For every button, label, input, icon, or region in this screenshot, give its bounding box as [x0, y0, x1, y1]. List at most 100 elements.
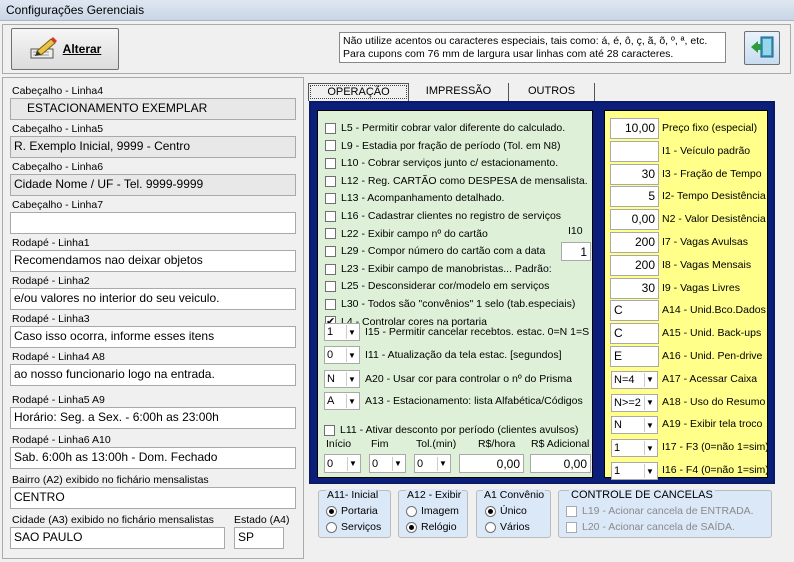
option-l16[interactable]: L16 - Cadastrar clientes no registro de … — [325, 208, 561, 224]
tol-select[interactable]: 0 ▼ — [414, 454, 451, 473]
field-input[interactable]: Recomendamos nao deixar objetos — [10, 250, 296, 272]
field-input[interactable] — [10, 212, 296, 234]
option-checkbox[interactable] — [325, 263, 336, 275]
option-checkbox[interactable] — [325, 245, 336, 257]
fim-select[interactable]: 0 ▼ — [369, 454, 406, 473]
setting-input[interactable] — [610, 140, 659, 162]
option-checkbox[interactable] — [325, 175, 336, 187]
field-input[interactable]: Cidade Nome / UF - Tel. 9999-9999 — [10, 174, 296, 196]
field-input[interactable]: e/ou valores no interior do seu veiculo. — [10, 288, 296, 310]
field-input[interactable]: Sab. 6:00h as 13:00h - Dom. Fechado — [10, 447, 296, 469]
notice-box: Não utilize acentos ou caracteres especi… — [339, 32, 726, 63]
setting-input[interactable]: 30 — [610, 163, 659, 185]
setting-input[interactable]: 200 — [610, 232, 659, 253]
i10-label: I10 — [568, 225, 583, 237]
option-select[interactable]: A ▼ — [324, 392, 360, 410]
l19-checkbox[interactable] — [566, 505, 577, 517]
exit-door-icon — [749, 35, 775, 62]
setting-select[interactable]: N=4 ▼ — [611, 370, 658, 389]
tab-outros[interactable]: OUTROS — [509, 83, 595, 101]
setting-select[interactable]: N ▼ — [611, 416, 658, 435]
option-select-label: I11 - Atualização da tela estac. [segund… — [365, 349, 562, 361]
option-select[interactable]: 0 ▼ — [324, 346, 360, 364]
option-text: Compor número do cartão com a data — [367, 245, 546, 258]
setting-input[interactable]: 0,00 — [610, 209, 659, 231]
setting-input[interactable]: 10,00 — [610, 118, 659, 139]
setting-select[interactable]: 1 ▼ — [611, 439, 658, 458]
a12-imagem[interactable]: Imagem — [406, 503, 459, 519]
setting-input[interactable]: E — [610, 346, 659, 367]
option-l9[interactable]: L9 - Estadia por fração de período (Tol.… — [325, 138, 560, 154]
option-text: Cadastrar clientes no registro de serviç… — [367, 210, 562, 222]
radio-imagem[interactable] — [406, 505, 417, 517]
chevron-down-icon: ▼ — [644, 464, 655, 478]
rhora-input[interactable]: 0,00 — [459, 454, 524, 473]
field-label: Cabeçalho - Linha4 — [12, 85, 104, 97]
l20-checkbox[interactable] — [566, 521, 577, 533]
option-checkbox[interactable] — [325, 122, 336, 134]
exit-button[interactable] — [744, 31, 780, 65]
chevron-down-icon: ▼ — [392, 456, 403, 471]
radio-unico[interactable] — [485, 505, 496, 517]
setting-input[interactable]: 30 — [610, 277, 659, 299]
cidade-input[interactable]: SAO PAULO — [10, 527, 225, 549]
field-input[interactable]: R. Exemplo Inicial, 9999 - Centro — [10, 136, 296, 158]
option-checkbox[interactable] — [325, 193, 336, 205]
a12-relogio[interactable]: Relógio — [406, 519, 457, 535]
setting-label: I16 - F4 (0=não 1=sim) — [662, 464, 769, 476]
option-checkbox[interactable] — [325, 228, 336, 240]
tab-operacao[interactable]: OPERAÇÃO — [308, 83, 409, 101]
field-input[interactable]: ao nosso funcionario logo na entrada. — [10, 364, 296, 386]
field-input[interactable]: ESTACIONAMENTO EXEMPLAR — [10, 98, 296, 120]
option-select[interactable]: N ▼ — [324, 370, 360, 388]
option-select-label: A13 - Estacionamento: lista Alfabética/C… — [365, 395, 583, 407]
l11-checkbox[interactable] — [324, 424, 335, 436]
option-checkbox[interactable] — [325, 210, 336, 222]
option-checkbox[interactable] — [325, 281, 336, 293]
radic-input[interactable]: 0,00 — [530, 454, 591, 473]
a11-portaria[interactable]: Portaria — [326, 503, 378, 519]
l20-option[interactable]: L20 - Acionar cancela de SAÍDA. — [566, 519, 735, 535]
radio-relogio[interactable] — [406, 521, 417, 533]
option-text: Exibir campo nº do cartão — [367, 227, 488, 240]
radio-servicos[interactable] — [326, 521, 337, 533]
alterar-button[interactable]: Alterar — [11, 28, 119, 70]
radio-portaria[interactable] — [326, 505, 337, 517]
chevron-down-icon: ▼ — [644, 372, 655, 387]
option-l5[interactable]: L5 - Permitir cobrar valor diferente do … — [325, 120, 565, 136]
option-l13[interactable]: L13 - Acompanhamento detalhado. — [325, 190, 504, 206]
option-select[interactable]: 1 ▼ — [324, 323, 360, 341]
option-l30[interactable]: L30 - Todos são "convênios" 1 selo (tab.… — [325, 296, 575, 312]
a11-servicos[interactable]: Serviços — [326, 519, 381, 535]
option-checkbox[interactable] — [325, 157, 336, 169]
option-l25[interactable]: L25 - Desconsiderar cor/modelo em serviç… — [325, 278, 549, 294]
alterar-label: Alterar — [62, 42, 102, 56]
option-l22[interactable]: L22 - Exibir campo nº do cartão — [325, 226, 488, 242]
option-l23[interactable]: L23 - Exibir campo de manobristas... Pad… — [325, 261, 552, 277]
field-input[interactable]: Horário: Seg. a Sex. - 6:00h as 23:00h — [10, 407, 296, 429]
cidade-label: Cidade (A3) exibido no fichário mensalis… — [12, 514, 214, 526]
setting-input[interactable]: 200 — [610, 254, 659, 276]
option-l12[interactable]: L12 - Reg. CARTÃO como DESPESA de mensal… — [325, 173, 588, 189]
tab-impressao[interactable]: IMPRESSÃO — [409, 83, 509, 101]
field-input[interactable]: Caso isso ocorra, informe esses itens — [10, 326, 296, 348]
option-l29[interactable]: L29 - Compor número do cartão com a data — [325, 243, 545, 259]
inicio-select[interactable]: 0 ▼ — [324, 454, 361, 473]
setting-input[interactable]: C — [610, 323, 659, 345]
setting-select[interactable]: N>=2 ▼ — [611, 393, 658, 412]
option-checkbox[interactable] — [325, 140, 336, 152]
setting-select[interactable]: 1 ▼ — [611, 462, 658, 480]
option-l10[interactable]: L10 - Cobrar serviços junto c/ estaciona… — [325, 155, 558, 171]
estado-input[interactable]: SP — [234, 527, 284, 549]
l11-option[interactable]: L11 - Ativar desconto por período (clien… — [324, 422, 579, 438]
option-checkbox[interactable] — [325, 298, 336, 310]
a1-varios[interactable]: Vários — [485, 519, 530, 535]
field-input[interactable]: CENTRO — [10, 487, 296, 509]
radio-varios[interactable] — [485, 521, 496, 533]
setting-input[interactable]: C — [610, 300, 659, 322]
option-sep: - — [358, 262, 368, 275]
setting-input[interactable]: 5 — [610, 186, 659, 208]
a1-unico[interactable]: Único — [485, 503, 527, 519]
i10-input[interactable]: 1 — [561, 242, 591, 261]
l19-option[interactable]: L19 - Acionar cancela de ENTRADA. — [566, 503, 754, 519]
